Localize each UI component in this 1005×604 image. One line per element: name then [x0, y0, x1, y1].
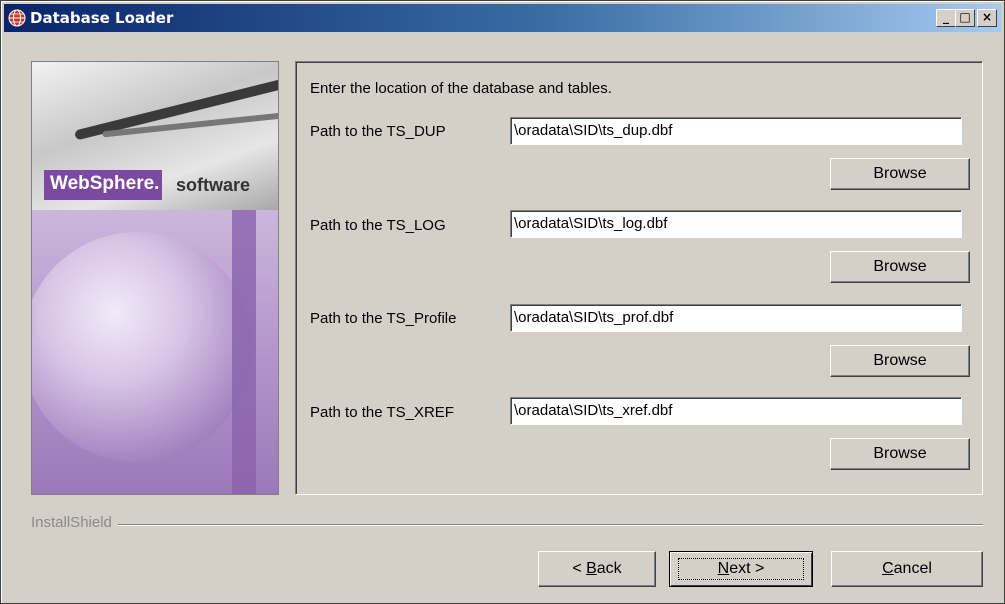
globe-sphere-graphic — [32, 232, 252, 462]
window-title: Database Loader — [30, 9, 174, 27]
back-prefix: < — [572, 560, 587, 577]
back-mnemonic: B — [586, 560, 597, 577]
close-button[interactable]: × — [977, 9, 997, 27]
websphere-banner-image: WebSphere. software — [31, 61, 279, 495]
installshield-label: InstallShield — [31, 514, 118, 531]
ts-dup-label: Path to the TS_DUP — [310, 123, 446, 140]
ts-xref-label: Path to the TS_XREF — [310, 404, 454, 421]
ts-log-browse-button[interactable]: Browse — [830, 251, 970, 283]
ts-profile-label: Path to the TS_Profile — [310, 310, 457, 327]
cancel-mnemonic: C — [882, 560, 894, 577]
title-bar[interactable]: Database Loader _ □ × — [4, 4, 1001, 32]
ts-profile-path-input[interactable]: \oradata\SID\ts_prof.dbf — [510, 304, 962, 332]
back-button[interactable]: < Back — [538, 551, 656, 587]
software-label: software — [176, 175, 251, 195]
ts-xref-browse-button[interactable]: Browse — [830, 438, 970, 470]
websphere-logo-text: WebSphere. — [50, 173, 160, 194]
ts-profile-browse-button[interactable]: Browse — [830, 345, 970, 377]
ts-log-path-input[interactable]: \oradata\SID\ts_log.dbf — [510, 210, 962, 238]
database-location-panel: Enter the location of the database and t… — [295, 61, 983, 495]
back-rest: ack — [596, 560, 622, 577]
cancel-button[interactable]: Cancel — [831, 551, 983, 587]
ts-dup-path-input[interactable]: \oradata\SID\ts_dup.dbf — [510, 117, 962, 145]
ts-log-label: Path to the TS_LOG — [310, 217, 446, 234]
globe-icon — [8, 9, 26, 27]
minimize-button[interactable]: _ — [936, 9, 956, 27]
instructions-text: Enter the location of the database and t… — [310, 80, 612, 97]
focus-rectangle — [678, 558, 804, 580]
banner-stripe-graphic — [232, 210, 256, 494]
next-button[interactable]: Next > — [669, 551, 813, 587]
maximize-button[interactable]: □ — [955, 9, 975, 27]
cancel-rest: ancel — [893, 560, 932, 577]
footer-divider — [31, 524, 983, 526]
database-loader-window: Database Loader _ □ × WebSphere. softwar… — [0, 0, 1005, 604]
ts-dup-browse-button[interactable]: Browse — [830, 158, 970, 190]
ts-xref-path-input[interactable]: \oradata\SID\ts_xref.dbf — [510, 397, 962, 425]
